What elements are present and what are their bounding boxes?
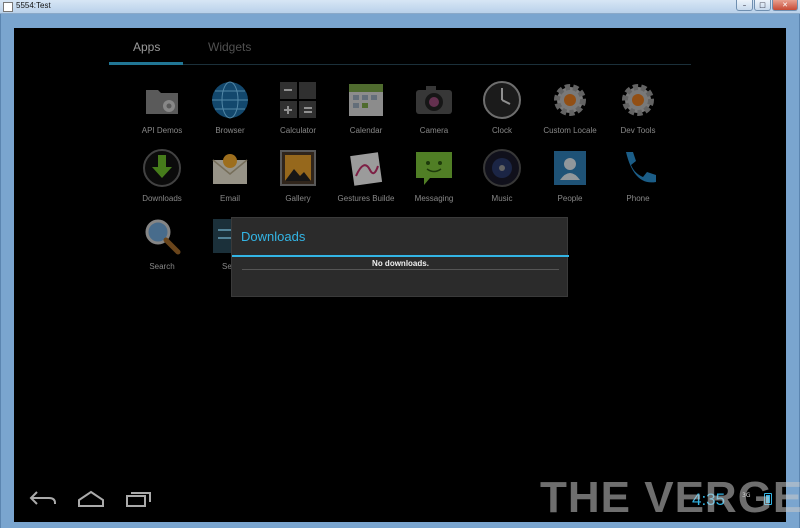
dialog-divider [242,269,559,270]
window-title: 5554:Test [16,1,51,10]
dialog-message: No downloads. [372,259,429,268]
close-button[interactable]: ✕ [772,0,798,11]
window-controls: – □ ✕ [735,0,798,12]
watermark-logo: THE VERGE [540,473,800,522]
recent-apps-icon[interactable] [124,490,154,508]
window-app-icon [3,2,13,12]
home-icon[interactable] [76,490,106,508]
back-icon[interactable] [28,490,58,508]
emulator-screen: Apps Widgets API Demos Browser Calculato… [14,28,786,522]
window-titlebar: 5554:Test – □ ✕ [0,0,800,14]
maximize-button[interactable]: □ [754,0,771,11]
dialog-title-divider [232,255,569,257]
dialog-title: Downloads [241,229,306,244]
minimize-button[interactable]: – [736,0,753,11]
downloads-dialog: Downloads No downloads. [231,217,569,297]
